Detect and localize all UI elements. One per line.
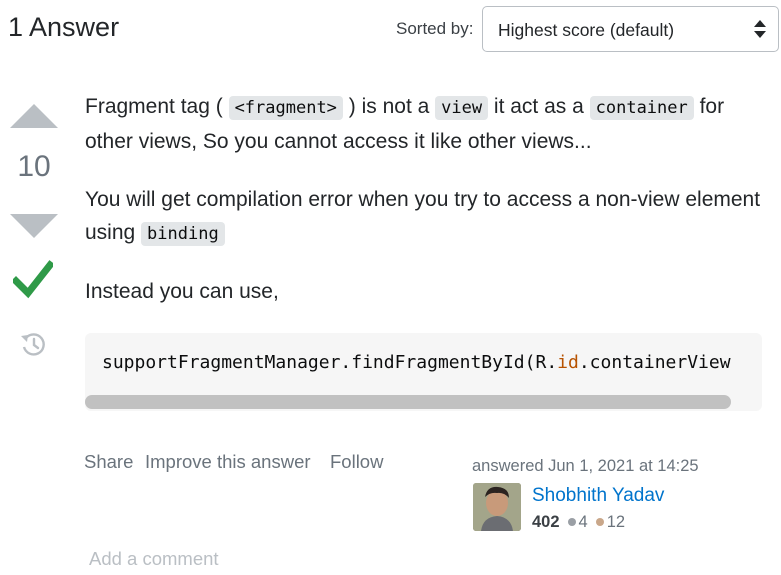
text-run: ) is not a bbox=[342, 95, 436, 118]
inline-code-fragment: <fragment> bbox=[228, 96, 343, 120]
select-arrows-icon bbox=[754, 20, 766, 38]
upvote-button[interactable] bbox=[10, 104, 58, 130]
code-text: supportFragmentManager.findFragmentById(… bbox=[102, 352, 558, 373]
text-run: it act as a bbox=[488, 95, 590, 118]
answer-paragraph-2: You will get compilation error when you … bbox=[85, 183, 765, 251]
inline-code-view: view bbox=[435, 96, 489, 120]
sort-select[interactable]: Highest score (default) bbox=[482, 6, 779, 52]
code-block: supportFragmentManager.findFragmentById(… bbox=[85, 333, 762, 411]
share-link[interactable]: Share bbox=[84, 451, 133, 473]
user-reputation: 402 bbox=[532, 513, 560, 531]
code-token-id: id bbox=[557, 352, 579, 373]
answered-timestamp: answered Jun 1, 2021 at 14:25 bbox=[472, 457, 699, 475]
code-horizontal-scrollbar[interactable] bbox=[85, 395, 731, 409]
accepted-check-icon bbox=[13, 260, 53, 299]
avatar-image bbox=[473, 483, 521, 531]
silver-badge-icon bbox=[567, 518, 576, 526]
code-line: supportFragmentManager.findFragmentById(… bbox=[102, 352, 731, 373]
improve-answer-link[interactable]: Improve this answer bbox=[145, 451, 311, 473]
bronze-badge-icon bbox=[595, 518, 604, 526]
history-icon[interactable] bbox=[19, 330, 47, 358]
sort-label: Sorted by: bbox=[396, 19, 474, 38]
add-comment-link[interactable]: Add a comment bbox=[89, 548, 219, 570]
text-run: Fragment tag ( bbox=[85, 95, 229, 118]
code-text: .containerView bbox=[578, 352, 731, 373]
answers-count-heading: 1 Answer bbox=[8, 12, 120, 42]
bronze-badge-count: 12 bbox=[606, 513, 626, 531]
inline-code-binding: binding bbox=[141, 222, 225, 246]
downvote-button[interactable] bbox=[10, 214, 58, 240]
sort-selected-value: Highest score (default) bbox=[498, 20, 675, 40]
answer-paragraph-1: Fragment tag ( <fragment> ) is not a vie… bbox=[85, 90, 765, 158]
user-name-link[interactable]: Shobhith Yadav bbox=[532, 485, 664, 507]
vote-count: 10 bbox=[17, 150, 51, 183]
user-stats: 402 4 12 bbox=[532, 513, 625, 532]
follow-link[interactable]: Follow bbox=[330, 451, 383, 473]
inline-code-container: container bbox=[589, 96, 694, 120]
silver-badge-count: 4 bbox=[578, 513, 588, 531]
avatar[interactable] bbox=[473, 483, 521, 531]
answer-paragraph-3: Instead you can use, bbox=[85, 280, 279, 303]
